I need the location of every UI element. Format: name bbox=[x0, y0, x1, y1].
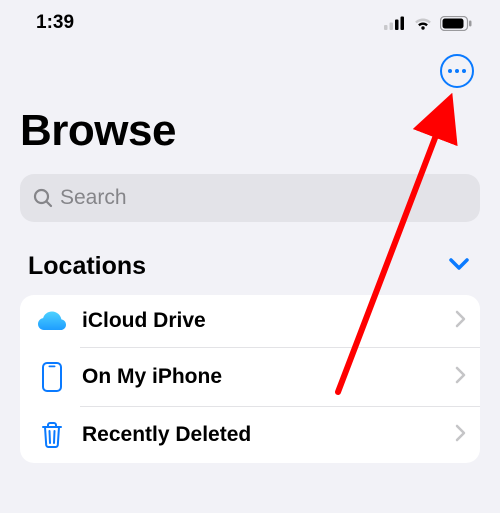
locations-section-header[interactable]: Locations bbox=[0, 222, 500, 291]
chevron-right-icon bbox=[455, 310, 466, 333]
locations-list: iCloud Drive On My iPhone Recently Delet… bbox=[20, 295, 480, 463]
list-item-label: Recently Deleted bbox=[82, 423, 455, 447]
cloud-icon bbox=[34, 310, 70, 332]
list-item-on-my-iphone[interactable]: On My iPhone bbox=[20, 348, 480, 406]
list-item-label: iCloud Drive bbox=[82, 309, 455, 333]
cellular-icon bbox=[384, 16, 406, 30]
chevron-right-icon bbox=[455, 366, 466, 389]
search-icon bbox=[32, 187, 54, 209]
search-input[interactable]: Search bbox=[20, 174, 480, 222]
top-bar bbox=[0, 40, 500, 88]
list-item-icloud-drive[interactable]: iCloud Drive bbox=[20, 295, 480, 347]
status-icons bbox=[384, 16, 472, 31]
page-title: Browse bbox=[0, 88, 500, 166]
trash-icon bbox=[34, 421, 70, 449]
chevron-right-icon bbox=[455, 424, 466, 447]
iphone-icon bbox=[34, 362, 70, 392]
search-placeholder: Search bbox=[60, 186, 127, 210]
more-options-button[interactable] bbox=[440, 54, 474, 88]
section-title: Locations bbox=[28, 252, 146, 281]
battery-icon bbox=[440, 16, 472, 31]
chevron-down-icon bbox=[448, 257, 470, 276]
status-time: 1:39 bbox=[36, 12, 74, 34]
wifi-icon bbox=[413, 16, 433, 30]
status-bar: 1:39 bbox=[0, 0, 500, 40]
list-item-label: On My iPhone bbox=[82, 365, 455, 389]
list-item-recently-deleted[interactable]: Recently Deleted bbox=[20, 407, 480, 463]
